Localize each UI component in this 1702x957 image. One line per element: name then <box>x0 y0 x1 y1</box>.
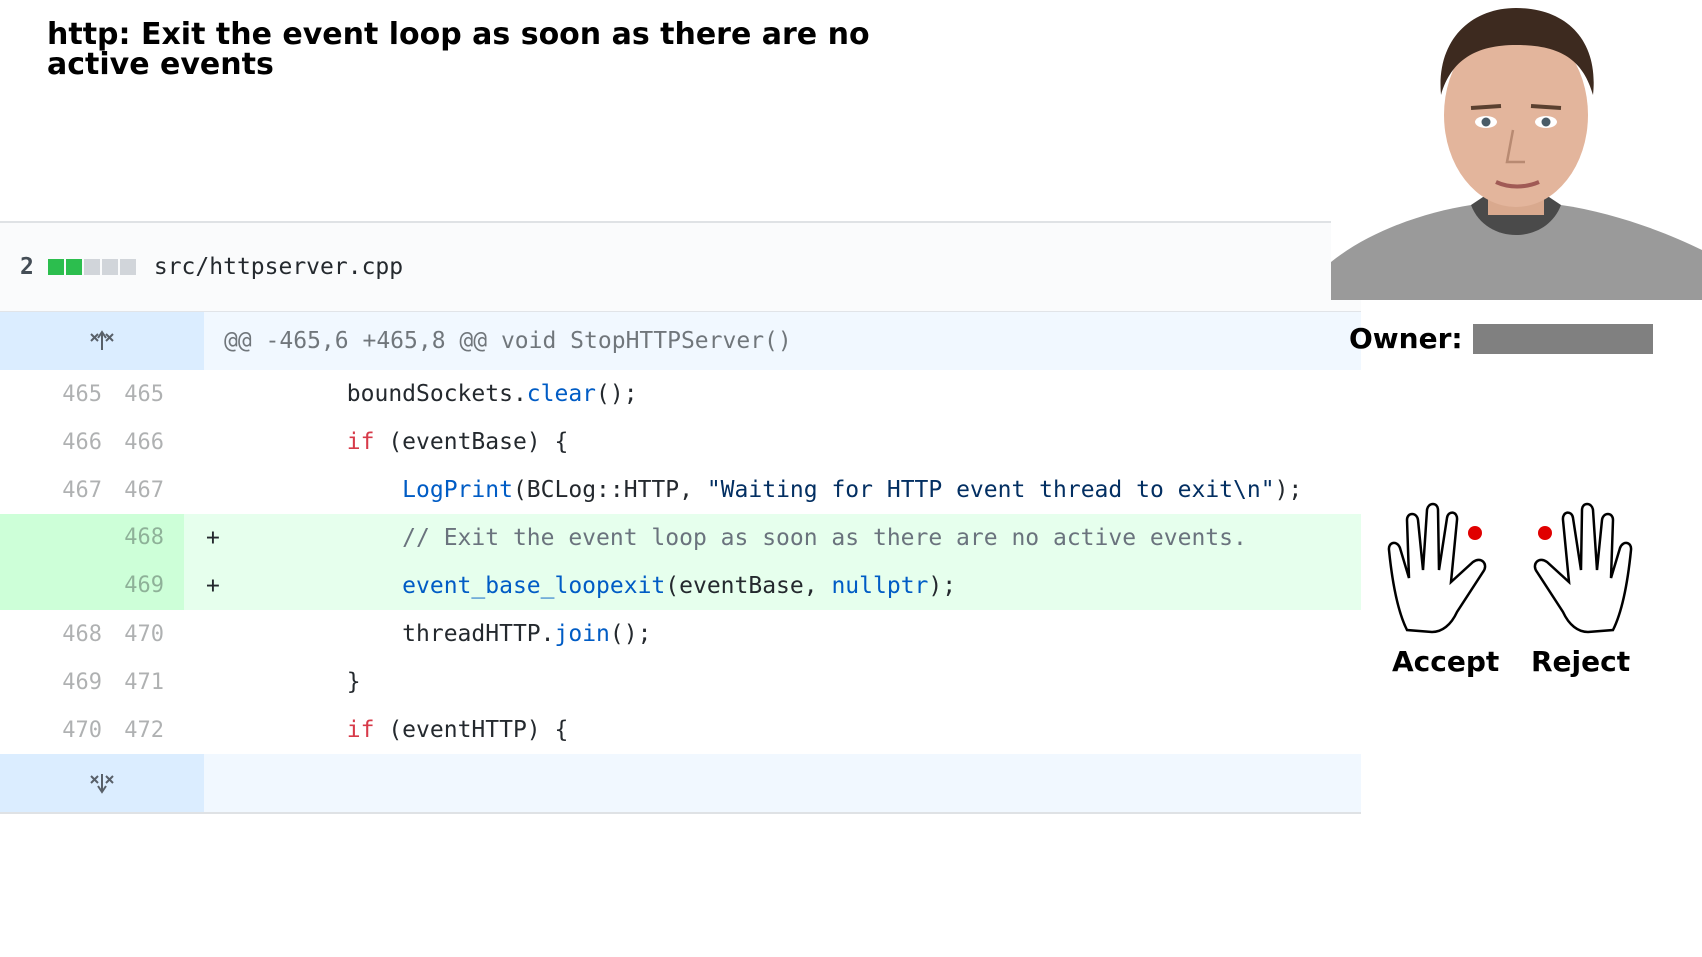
diff-stat-bar <box>47 259 138 275</box>
new-line-number[interactable]: 466 <box>102 430 184 455</box>
diff-line-context: 468 470 threadHTTP.join(); <box>0 610 1361 658</box>
code-text: } <box>236 669 361 695</box>
diff-line-context: 469 471 } <box>0 658 1361 706</box>
diff-line-context: 470 472 if (eventHTTP) { <box>0 706 1361 754</box>
diffstat-block-added <box>47 259 64 275</box>
code-token: (BCLog::HTTP, <box>512 477 707 503</box>
diff-line-context: 465 465 boundSockets.clear(); <box>0 370 1361 418</box>
left-hand-icon <box>1387 502 1487 634</box>
new-line-number[interactable]: 465 <box>102 382 184 407</box>
new-line-number[interactable]: 470 <box>102 622 184 647</box>
old-line-number[interactable]: 468 <box>0 622 102 647</box>
old-line-number[interactable] <box>0 562 102 610</box>
old-line-number[interactable]: 465 <box>0 382 102 407</box>
old-line-number[interactable]: 466 <box>0 430 102 455</box>
code-token: (); <box>596 381 638 407</box>
diff-lines: 465 465 boundSockets.clear(); 466 466 if (e… <box>0 370 1361 754</box>
hunk-header: @@ -465,6 +465,8 @@ void StopHTTPServer(… <box>0 312 1361 370</box>
code-text: boundSockets.clear(); <box>236 381 638 407</box>
file-path[interactable]: src/httpserver.cpp <box>154 254 403 280</box>
reject-marker-dot <box>1538 526 1552 540</box>
code-token: } <box>346 669 361 695</box>
code-text: if (eventBase) { <box>236 429 569 455</box>
code-token: ); <box>1274 477 1303 503</box>
diff-line-context: 467 467 LogPrint(BCLog::HTTP, "Waiting fo… <box>0 466 1361 514</box>
code-token: if <box>346 429 375 455</box>
diff-view: 2 src/httpserver.cpp @@ -465,6 +465,8 @@… <box>0 221 1361 814</box>
new-line-number[interactable]: 469 <box>102 562 184 610</box>
old-line-number[interactable]: 470 <box>0 718 102 743</box>
diffstat-block-added <box>65 259 82 275</box>
code-text: if (eventHTTP) { <box>236 717 569 743</box>
new-line-number[interactable]: 467 <box>102 478 184 503</box>
code-token: ); <box>928 573 957 599</box>
code-token: (eventBase) { <box>374 429 569 455</box>
hunk-footer <box>0 754 1361 814</box>
code-token: LogPrint <box>402 477 513 503</box>
code-token: threadHTTP. <box>402 621 555 647</box>
code-text: // Exit the event loop as soon as there … <box>236 525 1247 551</box>
code-token: join <box>554 621 610 647</box>
change-count: 2 <box>20 254 34 280</box>
old-line-number[interactable] <box>0 514 102 562</box>
code-token: event_base_loopexit <box>402 573 666 599</box>
page-title: http: Exit the event loop as soon as the… <box>47 17 870 82</box>
owner-field: Owner: <box>1349 322 1653 355</box>
code-token: nullptr <box>831 573 929 599</box>
expand-up-icon <box>90 330 114 350</box>
owner-label: Owner: <box>1349 322 1463 355</box>
old-line-number[interactable]: 469 <box>0 670 102 695</box>
expand-down-icon <box>90 774 114 794</box>
diff-marker: + <box>206 573 220 599</box>
code-text: LogPrint(BCLog::HTTP, "Waiting for HTTP … <box>236 477 1302 503</box>
diff-line-context: 466 466 if (eventBase) { <box>0 418 1361 466</box>
owner-photo <box>1331 0 1702 300</box>
reject-label[interactable]: Reject <box>1531 645 1630 678</box>
code-token: boundSockets. <box>346 381 527 407</box>
diffstat-block-neutral <box>83 259 100 275</box>
accept-marker-dot <box>1468 526 1482 540</box>
code-text: event_base_loopexit(eventBase, nullptr); <box>236 573 956 599</box>
hunk-header-text: @@ -465,6 +465,8 @@ void StopHTTPServer(… <box>224 328 792 354</box>
file-header: 2 src/httpserver.cpp <box>0 223 1361 312</box>
right-hand-icon <box>1533 502 1633 634</box>
code-token: "Waiting for HTTP event thread to exit\n… <box>706 477 1275 503</box>
old-line-number[interactable]: 467 <box>0 478 102 503</box>
code-token: clear <box>526 381 597 407</box>
expand-up-button[interactable] <box>0 312 204 370</box>
diff-line-added: 469 + event_base_loopexit(eventBase, null… <box>0 562 1361 610</box>
new-line-number[interactable]: 472 <box>102 718 184 743</box>
diffstat-block-neutral <box>101 259 118 275</box>
accept-hand-button[interactable] <box>1387 500 1507 640</box>
diff-line-added: 468 + // Exit the event loop as soon as t… <box>0 514 1361 562</box>
code-token: if <box>346 717 375 743</box>
code-token: // Exit the event loop as soon as there … <box>402 525 1247 551</box>
diffstat-block-neutral <box>119 259 136 275</box>
code-token: (eventBase, <box>665 573 832 599</box>
code-token: (eventHTTP) { <box>374 717 569 743</box>
code-token: (); <box>609 621 652 647</box>
code-text: threadHTTP.join(); <box>236 621 651 647</box>
owner-name-redacted <box>1472 323 1653 354</box>
accept-label[interactable]: Accept <box>1392 645 1499 678</box>
new-line-number[interactable]: 468 <box>102 514 184 562</box>
diff-marker: + <box>206 525 220 551</box>
reject-hand-button[interactable] <box>1513 500 1633 640</box>
person-photo-icon <box>1331 0 1702 300</box>
expand-down-button[interactable] <box>0 754 204 812</box>
new-line-number[interactable]: 471 <box>102 670 184 695</box>
